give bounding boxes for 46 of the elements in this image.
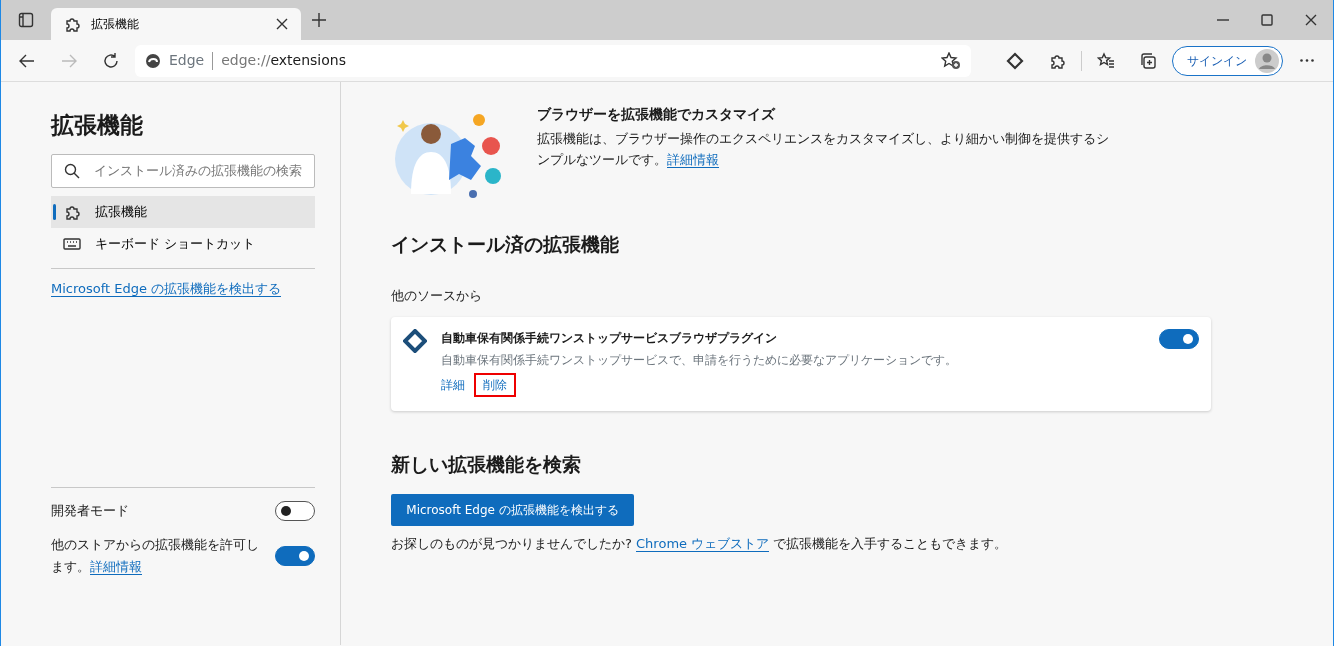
minimize-icon	[1217, 19, 1229, 21]
search-icon	[64, 162, 80, 179]
extension-description: 自動車保有関係手続ワンストップサービスで、申請を行うために必要なアプリケーションです。	[441, 352, 958, 370]
extension-action-link[interactable]: 削除	[474, 373, 516, 398]
help-text: お探しのものが見つかりませんでしたか? Chrome ウェブストア で拡張機能を入手することもできます。	[391, 535, 1009, 554]
sidebar-item[interactable]: 拡張機能	[51, 195, 315, 228]
learn-more-link[interactable]: 詳細情報	[90, 558, 142, 575]
favorite-add-icon[interactable]	[941, 51, 961, 70]
search-field[interactable]: インストール済みの拡張機能の検索	[51, 153, 315, 188]
tab-panel-icon	[18, 12, 34, 28]
section-heading: インストール済の拡張機能	[391, 233, 620, 256]
close-icon	[1305, 14, 1317, 26]
puzzle-icon	[63, 15, 81, 33]
web-store-link[interactable]: Chrome ウェブストア	[636, 536, 770, 553]
source-label: 他のソースから	[391, 286, 483, 305]
star-list-icon	[1097, 51, 1115, 70]
browser-tab[interactable]: 拡張機能	[51, 8, 301, 40]
avatar-icon	[1255, 48, 1279, 73]
reload-icon	[102, 51, 120, 70]
extension-logo-icon	[403, 329, 427, 354]
plus-icon	[311, 12, 327, 28]
setting-label: 開発者モード	[51, 502, 129, 521]
address-bar[interactable]: Edge edge://extensions	[135, 44, 971, 77]
extension-action-link[interactable]: 詳細	[432, 373, 474, 398]
sign-in-button[interactable]: サインイン	[1172, 45, 1283, 76]
discover-button[interactable]: Microsoft Edge の拡張機能を検出する	[391, 494, 634, 527]
setting-label: 他のストアからの拡張機能を許可します。詳細情報	[51, 536, 259, 577]
toggle-switch[interactable]	[1159, 329, 1199, 350]
collections-icon	[1139, 51, 1157, 70]
learn-more-link[interactable]: 詳細情報	[667, 151, 719, 168]
more-icon	[1300, 59, 1314, 62]
extension-name: 自動車保有関係手続ワンストップサービスブラウザプラグイン	[441, 330, 778, 348]
url-text: edge://extensions	[221, 51, 347, 70]
hero-title: ブラウザーを拡張機能でカスタマイズ	[537, 105, 777, 124]
browser-logo-icon	[145, 52, 161, 69]
hero-description: 拡張機能は、ブラウザー操作のエクスペリエンスをカスタマイズし、より細かい制御を提供するシンプルなツールです。詳細情報	[537, 130, 1110, 170]
maximize-icon	[1261, 14, 1273, 26]
sidebar-item[interactable]: キーボード ショートカット	[51, 227, 315, 260]
page-title: 拡張機能	[51, 112, 144, 140]
site-label: Edge	[169, 51, 205, 70]
toggle-switch[interactable]	[275, 501, 315, 522]
close-icon[interactable]	[275, 17, 289, 31]
discover-link[interactable]: Microsoft Edge の拡張機能を検出する	[51, 280, 282, 297]
diamond-icon	[1006, 51, 1024, 70]
section-heading: 新しい拡張機能を検索	[391, 453, 582, 477]
toggle-switch[interactable]	[275, 545, 315, 566]
